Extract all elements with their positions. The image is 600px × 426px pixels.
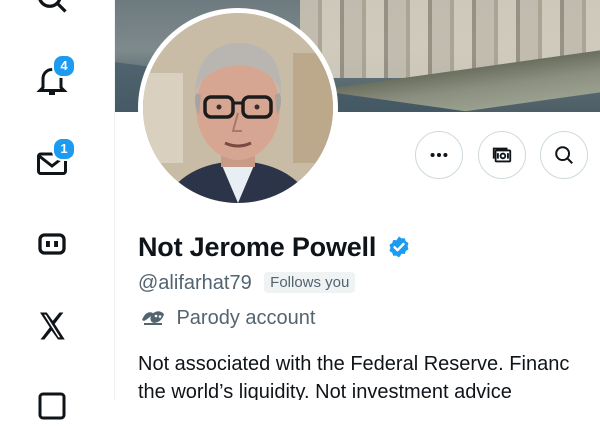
profile-bio: Not associated with the Federal Reserve.… [138, 350, 600, 400]
display-name: Not Jerome Powell [138, 232, 377, 262]
nav-search[interactable] [32, 0, 72, 18]
notifications-badge: 4 [52, 54, 76, 78]
username-handle: @alifarhat79 [138, 272, 252, 294]
subscribe-button[interactable] [478, 131, 526, 179]
x-logo-icon [40, 312, 65, 340]
search-icon [38, 0, 67, 13]
profile-avatar[interactable] [138, 8, 338, 208]
bio-line-2: the world’s liquidity. Not investment ad… [138, 381, 512, 400]
person-portrait-icon [143, 13, 333, 203]
profile-handle-row: @alifarhat79 Follows you [138, 272, 356, 298]
bio-line-1: Not associated with the Federal Reserve.… [138, 353, 570, 375]
follows-you-badge: Follows you [264, 272, 356, 293]
parody-label: Parody account [176, 307, 316, 329]
grok-icon [38, 233, 66, 255]
search-icon [555, 146, 573, 164]
parody-account-row[interactable]: Parody account [140, 306, 315, 332]
search-profile-button[interactable] [540, 131, 588, 179]
nav-more[interactable] [32, 386, 72, 426]
nav-messages[interactable]: 1 [32, 137, 76, 183]
money-icon [492, 147, 512, 163]
messages-badge: 1 [52, 137, 76, 161]
parody-mask-icon [142, 311, 164, 325]
nav-x-premium[interactable] [32, 306, 72, 346]
ellipsis-icon [430, 152, 448, 158]
profile-name-row: Not Jerome Powell [138, 232, 411, 268]
avatar-photo [143, 13, 333, 203]
left-nav: 4 1 [0, 0, 115, 420]
list-icon [38, 392, 66, 420]
verified-badge-icon[interactable] [387, 235, 411, 259]
more-options-button[interactable] [415, 131, 463, 179]
nav-notifications[interactable]: 4 [32, 54, 76, 100]
nav-grok[interactable] [32, 224, 72, 264]
